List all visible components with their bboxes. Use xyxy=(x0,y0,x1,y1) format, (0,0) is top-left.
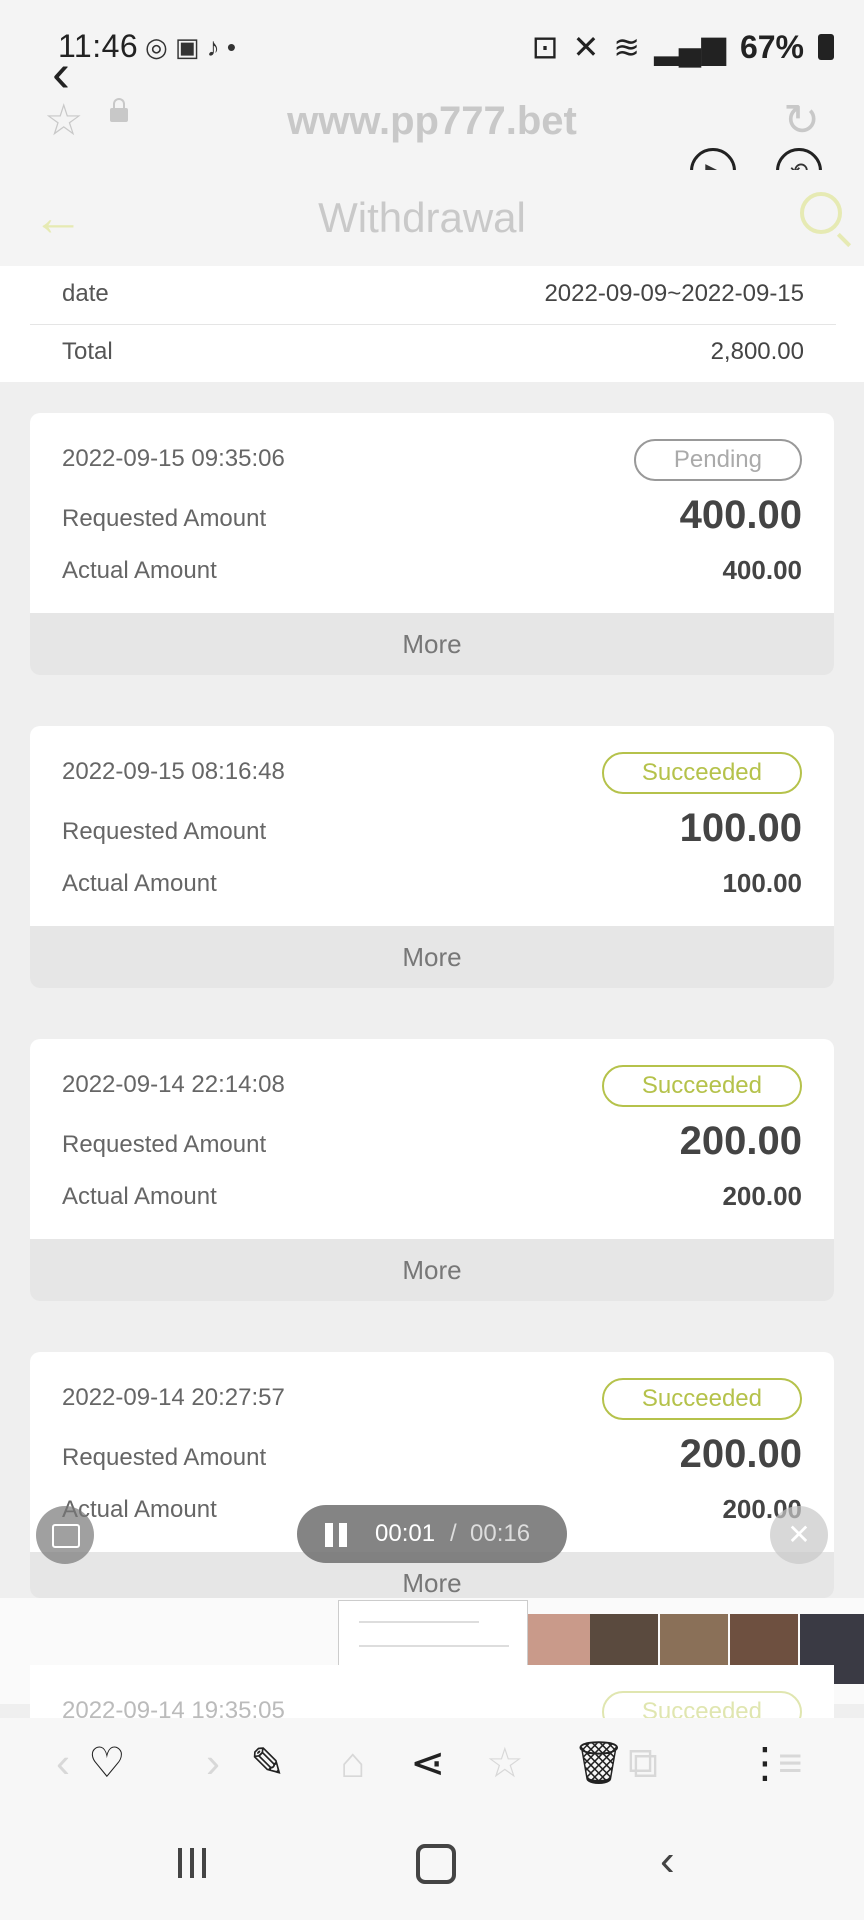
requested-label: Requested Amount xyxy=(62,818,267,845)
video-total-time: 00:16 xyxy=(470,1520,531,1547)
status-badge: Succeeded xyxy=(601,1065,802,1107)
requested-amount: 400.00 xyxy=(679,493,802,537)
trash-icon[interactable]: 🗑 xyxy=(572,1738,625,1788)
battery-icon xyxy=(818,34,834,60)
status-right: ⊡ ✕ ≋ ▂▄▆ 67% xyxy=(532,28,834,66)
date-row[interactable]: date 2022-09-09~2022-09-15 xyxy=(30,266,836,325)
requested-amount: 100.00 xyxy=(679,806,802,850)
withdrawal-card: 2022-09-14 22:14:08 Succeeded Requested … xyxy=(30,1039,834,1301)
more-button[interactable]: More xyxy=(30,613,834,675)
record-timestamp: 2022-09-15 08:16:48 xyxy=(62,758,285,785)
pencil-icon[interactable]: ✎ xyxy=(250,1738,285,1788)
status-time: 11:46 xyxy=(58,28,139,64)
browser-home-icon: ⌂ xyxy=(340,1739,366,1786)
status-bar: 11:46 ◎ ▣ ♪ • ⊡ ✕ ≋ ▂▄▆ 67% xyxy=(0,0,864,96)
page-title: Withdrawal xyxy=(318,194,526,241)
video-controls[interactable]: 00:01 / 00:16 xyxy=(297,1505,567,1563)
search-icon[interactable] xyxy=(800,192,842,234)
requested-label: Requested Amount xyxy=(62,505,267,532)
video-time-separator: / xyxy=(450,1520,457,1547)
actual-amount: 400.00 xyxy=(722,555,802,585)
signal-icon: ▂▄▆ xyxy=(654,29,726,65)
record-timestamp: 2022-09-15 09:35:06 xyxy=(62,445,285,472)
requested-amount: 200.00 xyxy=(679,1432,802,1476)
requested-amount: 200.00 xyxy=(679,1119,802,1163)
more-button[interactable]: More xyxy=(30,1239,834,1301)
recents-icon[interactable] xyxy=(178,1848,208,1878)
actual-label: Actual Amount xyxy=(62,1183,217,1210)
heart-icon[interactable]: ♡ xyxy=(88,1738,126,1788)
total-label: Total xyxy=(62,338,113,365)
total-value: 2,800.00 xyxy=(710,338,804,365)
notification-icons: ◎ ▣ ♪ • xyxy=(145,32,237,62)
back-icon[interactable]: ‹ xyxy=(660,1836,675,1886)
actual-amount: 200.00 xyxy=(722,1181,802,1211)
actual-label: Actual Amount xyxy=(62,870,217,897)
date-label: date xyxy=(62,280,109,307)
battery-percent: 67% xyxy=(739,28,804,65)
more-button[interactable]: More xyxy=(30,926,834,988)
video-back-icon[interactable]: ‹ xyxy=(52,46,70,100)
record-timestamp: 2022-09-14 20:27:57 xyxy=(62,1384,285,1411)
browser-back-icon: ‹ xyxy=(56,1739,70,1786)
system-nav-bar: ‹ xyxy=(0,1808,864,1920)
withdrawal-card: 2022-09-15 08:16:48 Succeeded Requested … xyxy=(30,726,834,988)
browser-bookmark-icon: ☆ xyxy=(486,1739,524,1786)
mute-icon: ✕ xyxy=(572,29,600,65)
status-badge: Succeeded xyxy=(601,1378,802,1420)
browser-tabs-icon: ⧉ xyxy=(628,1739,658,1786)
withdrawal-card: 2022-09-15 09:35:06 Pending Requested Am… xyxy=(30,413,834,675)
video-current-time: 00:01 xyxy=(375,1520,436,1547)
wifi-icon: ≋ xyxy=(613,29,641,65)
browser-url-bar: ☆ www.pp777.bet ↻ xyxy=(0,96,864,171)
url-text[interactable]: www.pp777.bet xyxy=(0,96,864,146)
home-icon[interactable] xyxy=(416,1844,456,1884)
requested-label: Requested Amount xyxy=(62,1131,267,1158)
record-timestamp: 2022-09-14 22:14:08 xyxy=(62,1071,285,1098)
page-header: ← Withdrawal xyxy=(0,170,864,266)
capture-icon[interactable] xyxy=(36,1506,94,1564)
browser-forward-icon: › xyxy=(206,1739,220,1786)
actual-label: Actual Amount xyxy=(62,557,217,584)
mute-toggle-icon[interactable]: ✕ xyxy=(770,1506,828,1564)
status-badge: Pending xyxy=(633,439,802,481)
pause-icon[interactable] xyxy=(325,1523,347,1547)
actual-amount: 100.00 xyxy=(722,868,802,898)
battery-saver-icon: ⊡ xyxy=(531,29,559,65)
share-icon[interactable]: ⋖ xyxy=(410,1738,445,1788)
status-badge: Succeeded xyxy=(601,752,802,794)
withdrawal-card: 2022-09-14 19:35:05 Succeeded xyxy=(30,1665,834,1733)
gallery-toolbar: ‹ ♡ › ✎ ⌂ ⋖ ☆ 🗑 ⧉ ⋮ ≡ xyxy=(0,1718,864,1808)
total-row: Total 2,800.00 xyxy=(30,324,836,382)
summary-panel: date 2022-09-09~2022-09-15 Total 2,800.0… xyxy=(0,266,864,382)
browser-menu-icon: ≡ xyxy=(778,1739,803,1786)
reload-icon[interactable]: ↻ xyxy=(783,96,820,146)
date-range: 2022-09-09~2022-09-15 xyxy=(544,280,804,307)
requested-label: Requested Amount xyxy=(62,1444,267,1471)
